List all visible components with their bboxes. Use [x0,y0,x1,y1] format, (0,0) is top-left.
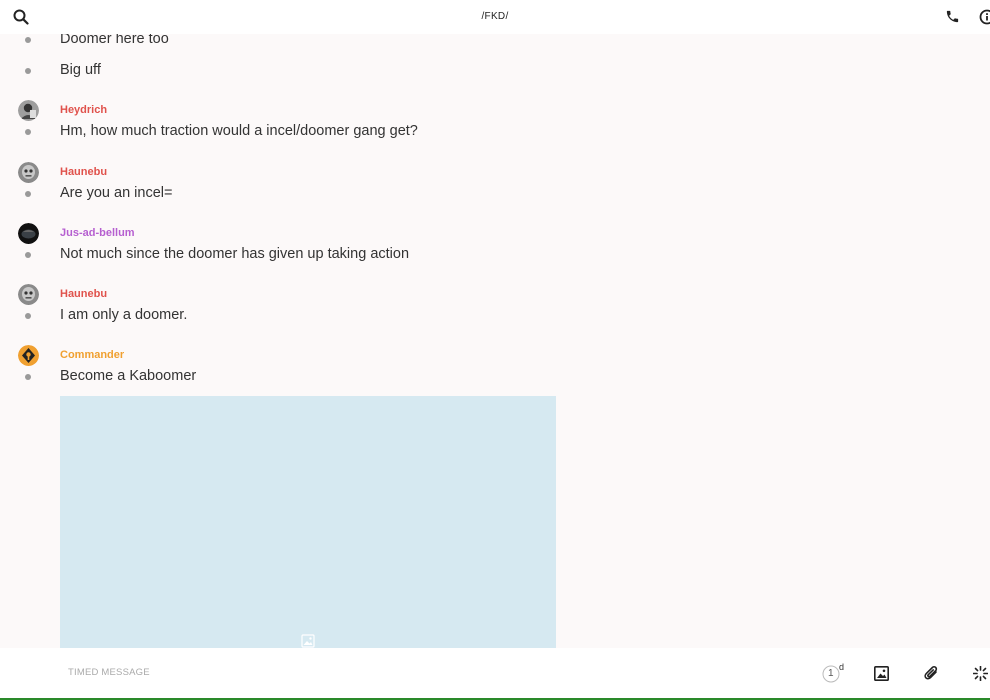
message-author[interactable]: Heydrich [60,104,107,116]
conversation-header: /FKD/ [0,0,990,34]
message-text: Big uff [60,62,101,78]
avatar[interactable] [18,223,39,244]
sparkle-icon[interactable] [973,666,988,681]
message-status-dot [25,313,31,319]
message-text: Hm, how much traction would a incel/doom… [60,123,418,139]
message-status-dot [25,68,31,74]
avatar[interactable] [18,345,39,366]
message-author[interactable]: Jus-ad-bellum [60,227,135,239]
message-text: Become a Kaboomer [60,368,197,384]
message-text: I am only a doomer. [60,307,188,323]
timer-value: 1 [828,668,834,679]
message-status-dot [25,252,31,258]
message-list: Doomer here too Big uff Heydrich Hm, how… [0,34,990,648]
paperclip-icon[interactable] [924,665,939,682]
message-text: Doomer here too [60,34,169,47]
avatar[interactable] [18,284,39,305]
message-status-dot [25,191,31,197]
timer-icon[interactable]: 1 d [822,662,846,684]
image-placeholder-icon [301,634,315,648]
info-icon[interactable] [979,9,990,25]
phone-icon[interactable] [945,9,960,24]
message-input[interactable]: TIMED MESSAGE [68,667,150,678]
timer-unit: d [839,662,845,672]
image-icon[interactable] [874,666,889,681]
message-author[interactable]: Haunebu [60,166,107,178]
message-status-dot [25,37,31,43]
message-author[interactable]: Haunebu [60,288,107,300]
message-composer: TIMED MESSAGE 1 d [0,648,990,698]
message-status-dot [25,374,31,380]
message-author[interactable]: Commander [60,349,124,361]
avatar[interactable] [18,100,39,121]
conversation-title: /FKD/ [481,11,509,22]
message-text: Not much since the doomer has given up t… [60,246,410,262]
message-status-dot [25,129,31,135]
message-text: Are you an incel= [60,185,173,201]
image-attachment[interactable] [60,396,556,648]
avatar[interactable] [18,162,39,183]
